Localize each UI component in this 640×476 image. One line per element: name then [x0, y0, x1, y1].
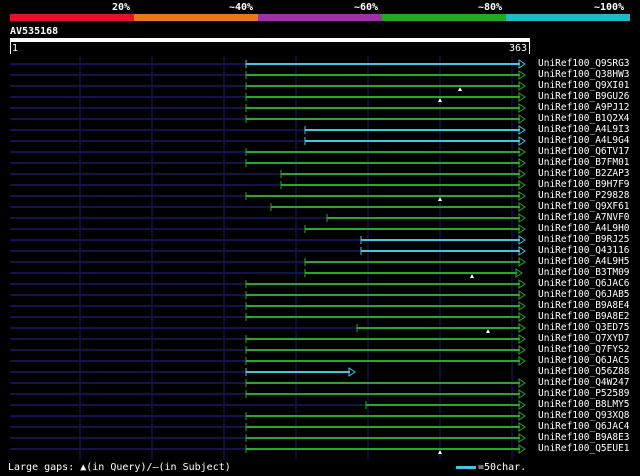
hit-name-link[interactable]: UniRef100_A4L9I3	[538, 125, 630, 135]
hit-name-link[interactable]: UniRef100_A4L9G4	[538, 136, 630, 146]
hit-name-link[interactable]: UniRef100_Q5EUE1	[538, 444, 630, 454]
hit-name-link[interactable]: UniRef100_B7FM01	[538, 158, 630, 168]
hit-name-link[interactable]: UniRef100_B8LMY5	[538, 400, 630, 410]
hit-name-link[interactable]: UniRef100_Q6JAB5	[538, 290, 630, 300]
hit-name-link[interactable]: UniRef100_Q9XI01	[538, 81, 630, 91]
query-gap-marker-icon	[470, 274, 474, 278]
hit-name-link[interactable]: UniRef100_Q3ED75	[538, 323, 630, 333]
hit-name-link[interactable]: UniRef100_P52589	[538, 389, 630, 399]
query-gap-marker-icon	[486, 329, 490, 333]
hit-name-link[interactable]: UniRef100_Q93XQ8	[538, 411, 630, 421]
hit-name-link[interactable]: UniRef100_Q43116	[538, 246, 630, 256]
color-segment-40	[134, 14, 258, 21]
percent-label-40: ~40%	[229, 2, 254, 13]
percent-label-100: ~100%	[594, 2, 625, 13]
hit-name-link[interactable]: UniRef100_Q6TV17	[538, 147, 630, 157]
scale-start-label: 1	[12, 43, 19, 54]
query-title: AV535168	[10, 26, 59, 37]
hit-name-link[interactable]: UniRef100_B9A8E4	[538, 301, 630, 311]
hit-name-link[interactable]: UniRef100_Q7FYS2	[538, 345, 630, 355]
hit-name-link[interactable]: UniRef100_B1Q2X4	[538, 114, 630, 124]
hit-name-link[interactable]: UniRef100_Q56Z88	[538, 367, 630, 377]
hit-name-link[interactable]: UniRef100_B9A8E3	[538, 433, 630, 443]
hit-name-link[interactable]: UniRef100_Q6JAC4	[538, 422, 630, 432]
hit-name-link[interactable]: UniRef100_Q6JAC5	[538, 356, 630, 366]
query-gap-marker-icon	[438, 98, 442, 102]
hit-name-link[interactable]: UniRef100_Q7XYD7	[538, 334, 630, 344]
query-gap-marker-icon	[438, 197, 442, 201]
scale-legend-label: =50char.	[478, 462, 527, 473]
query-gap-marker-icon	[458, 87, 462, 91]
hit-name-link[interactable]: UniRef100_Q6JAC6	[538, 279, 630, 289]
percent-label-80: ~80%	[478, 2, 503, 13]
percent-label-60: ~60%	[354, 2, 379, 13]
percent-label-20: 20%	[112, 2, 131, 13]
hit-name-link[interactable]: UniRef100_B2ZAP3	[538, 169, 630, 179]
gaps-legend: Large gaps: ▲(in Query)/—(in Subject)	[8, 462, 231, 473]
hit-name-link[interactable]: UniRef100_P29828	[538, 191, 630, 201]
identity-color-bar	[10, 14, 630, 21]
scale-tick-end	[529, 42, 530, 54]
scale-tick-start	[10, 42, 11, 54]
hit-name-link[interactable]: UniRef100_B3TM09	[538, 268, 630, 278]
color-segment-100	[506, 14, 630, 21]
query-scale-bar	[10, 38, 530, 42]
scale-end-label: 363	[509, 43, 528, 54]
hit-name-link[interactable]: UniRef100_A4L9H5	[538, 257, 630, 267]
query-gap-marker-icon	[438, 450, 442, 454]
hit-name-link[interactable]: UniRef100_Q9XF61	[538, 202, 630, 212]
hit-name-link[interactable]: UniRef100_Q9SRG3	[538, 59, 630, 69]
hit-name-link[interactable]: UniRef100_A9PJ12	[538, 103, 630, 113]
hit-name-link[interactable]: UniRef100_A4L9H0	[538, 224, 630, 234]
color-segment-20	[10, 14, 134, 21]
color-segment-60	[258, 14, 382, 21]
hit-name-link[interactable]: UniRef100_B9H7F9	[538, 180, 630, 190]
hit-name-link[interactable]: UniRef100_B9GU26	[538, 92, 630, 102]
hit-name-link[interactable]: UniRef100_Q4W247	[538, 378, 630, 388]
hit-name-link[interactable]: UniRef100_Q38HW3	[538, 70, 630, 80]
scale-legend: =50char.	[456, 462, 526, 473]
hit-name-link[interactable]: UniRef100_B9A8E2	[538, 312, 630, 322]
color-segment-80	[382, 14, 506, 21]
hit-name-link[interactable]: UniRef100_A7NVF0	[538, 213, 630, 223]
hit-name-link[interactable]: UniRef100_B9RJ25	[538, 235, 630, 245]
scale-swatch-icon	[456, 466, 476, 469]
